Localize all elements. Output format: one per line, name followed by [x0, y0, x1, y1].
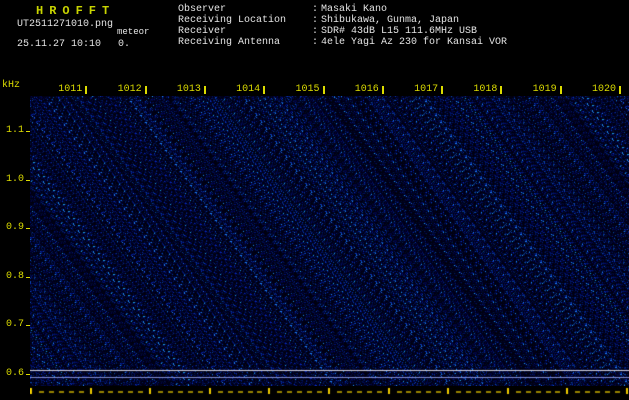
time-axis-tick: [559, 86, 562, 94]
header-value: 4ele Yagi Az 230 for Kansai VOR: [321, 37, 508, 48]
time-axis-label: 1011: [58, 84, 83, 95]
output-filename: UT2511271010.png: [17, 19, 114, 30]
header-row-antenna: Receiving Antenna:4ele Yagi Az 230 for K…: [178, 37, 507, 48]
time-axis-tick: [619, 86, 621, 94]
freq-axis-tick: [26, 180, 30, 181]
time-axis-label: 1015: [295, 84, 320, 95]
freq-axis-tick: [26, 374, 30, 375]
header-value: SDR# 43dB L15 111.6MHz USB: [321, 26, 478, 37]
header-row-observer: Observer: Masaki Kano: [178, 4, 507, 15]
time-axis-tick: [263, 86, 266, 94]
time-ruler-canvas: [30, 387, 629, 399]
header-separator: :: [312, 26, 319, 37]
observation-info-header: Observer: Masaki Kano Receiving Location:…: [178, 4, 507, 48]
freq-axis-tick: [26, 325, 30, 326]
spectrogram-canvas: [30, 96, 629, 386]
freq-axis-tick: [26, 277, 30, 278]
header-value: Masaki Kano: [321, 4, 388, 15]
header-value: Shibukawa, Gunma, Japan: [321, 15, 460, 26]
time-axis-tick: [500, 86, 503, 94]
header-separator: :: [312, 37, 319, 48]
time-axis-label: 1016: [354, 84, 379, 95]
time-axis-label: 1012: [117, 84, 142, 95]
time-axis-label: 1017: [414, 84, 439, 95]
header-label: Receiving Location: [178, 15, 287, 26]
freq-axis-label: 0.6: [5, 368, 24, 379]
time-axis-label: 1020: [591, 84, 616, 95]
freq-axis-label: 0.8: [5, 271, 24, 282]
freq-axis-tick: [26, 228, 30, 229]
hrofft-window: HROFFT UT2511271010.png meteor 25.11.27 …: [0, 0, 629, 400]
freq-axis-label: 1.1: [5, 125, 24, 136]
time-axis-label: 1019: [532, 84, 557, 95]
time-axis-tick: [85, 86, 88, 94]
time-axis-tick: [441, 86, 444, 94]
freq-axis-label: 1.0: [5, 174, 24, 185]
header-row-receiver: Receiver: SDR# 43dB L15 111.6MHz USB: [178, 26, 507, 37]
time-axis-tick: [144, 86, 147, 94]
header-separator: :: [312, 15, 319, 26]
header-separator: :: [312, 4, 319, 15]
time-axis-tick: [322, 86, 325, 94]
app-title: HROFFT: [36, 4, 116, 18]
observation-mode-label: meteor: [117, 27, 150, 37]
time-axis-label: 1014: [236, 84, 261, 95]
header-label: Receiver: [178, 26, 227, 37]
freq-axis-label: 0.7: [5, 319, 24, 330]
freq-axis-tick: [26, 131, 30, 132]
header-label: Observer: [178, 4, 227, 15]
freq-axis-label: 0.9: [5, 222, 24, 233]
time-axis-label: 1018: [473, 84, 498, 95]
header-row-location: Receiving Location: Shibukawa, Gunma, Jap…: [178, 15, 507, 26]
time-axis-label: 1013: [176, 84, 201, 95]
freq-axis-unit: kHz: [2, 80, 21, 91]
echo-counter: 0.: [118, 39, 131, 50]
header-label: Receiving Antenna: [178, 37, 281, 48]
time-axis-tick: [381, 86, 384, 94]
datetime-label: 25.11.27 10:10: [17, 39, 102, 50]
time-axis-tick: [203, 86, 206, 94]
